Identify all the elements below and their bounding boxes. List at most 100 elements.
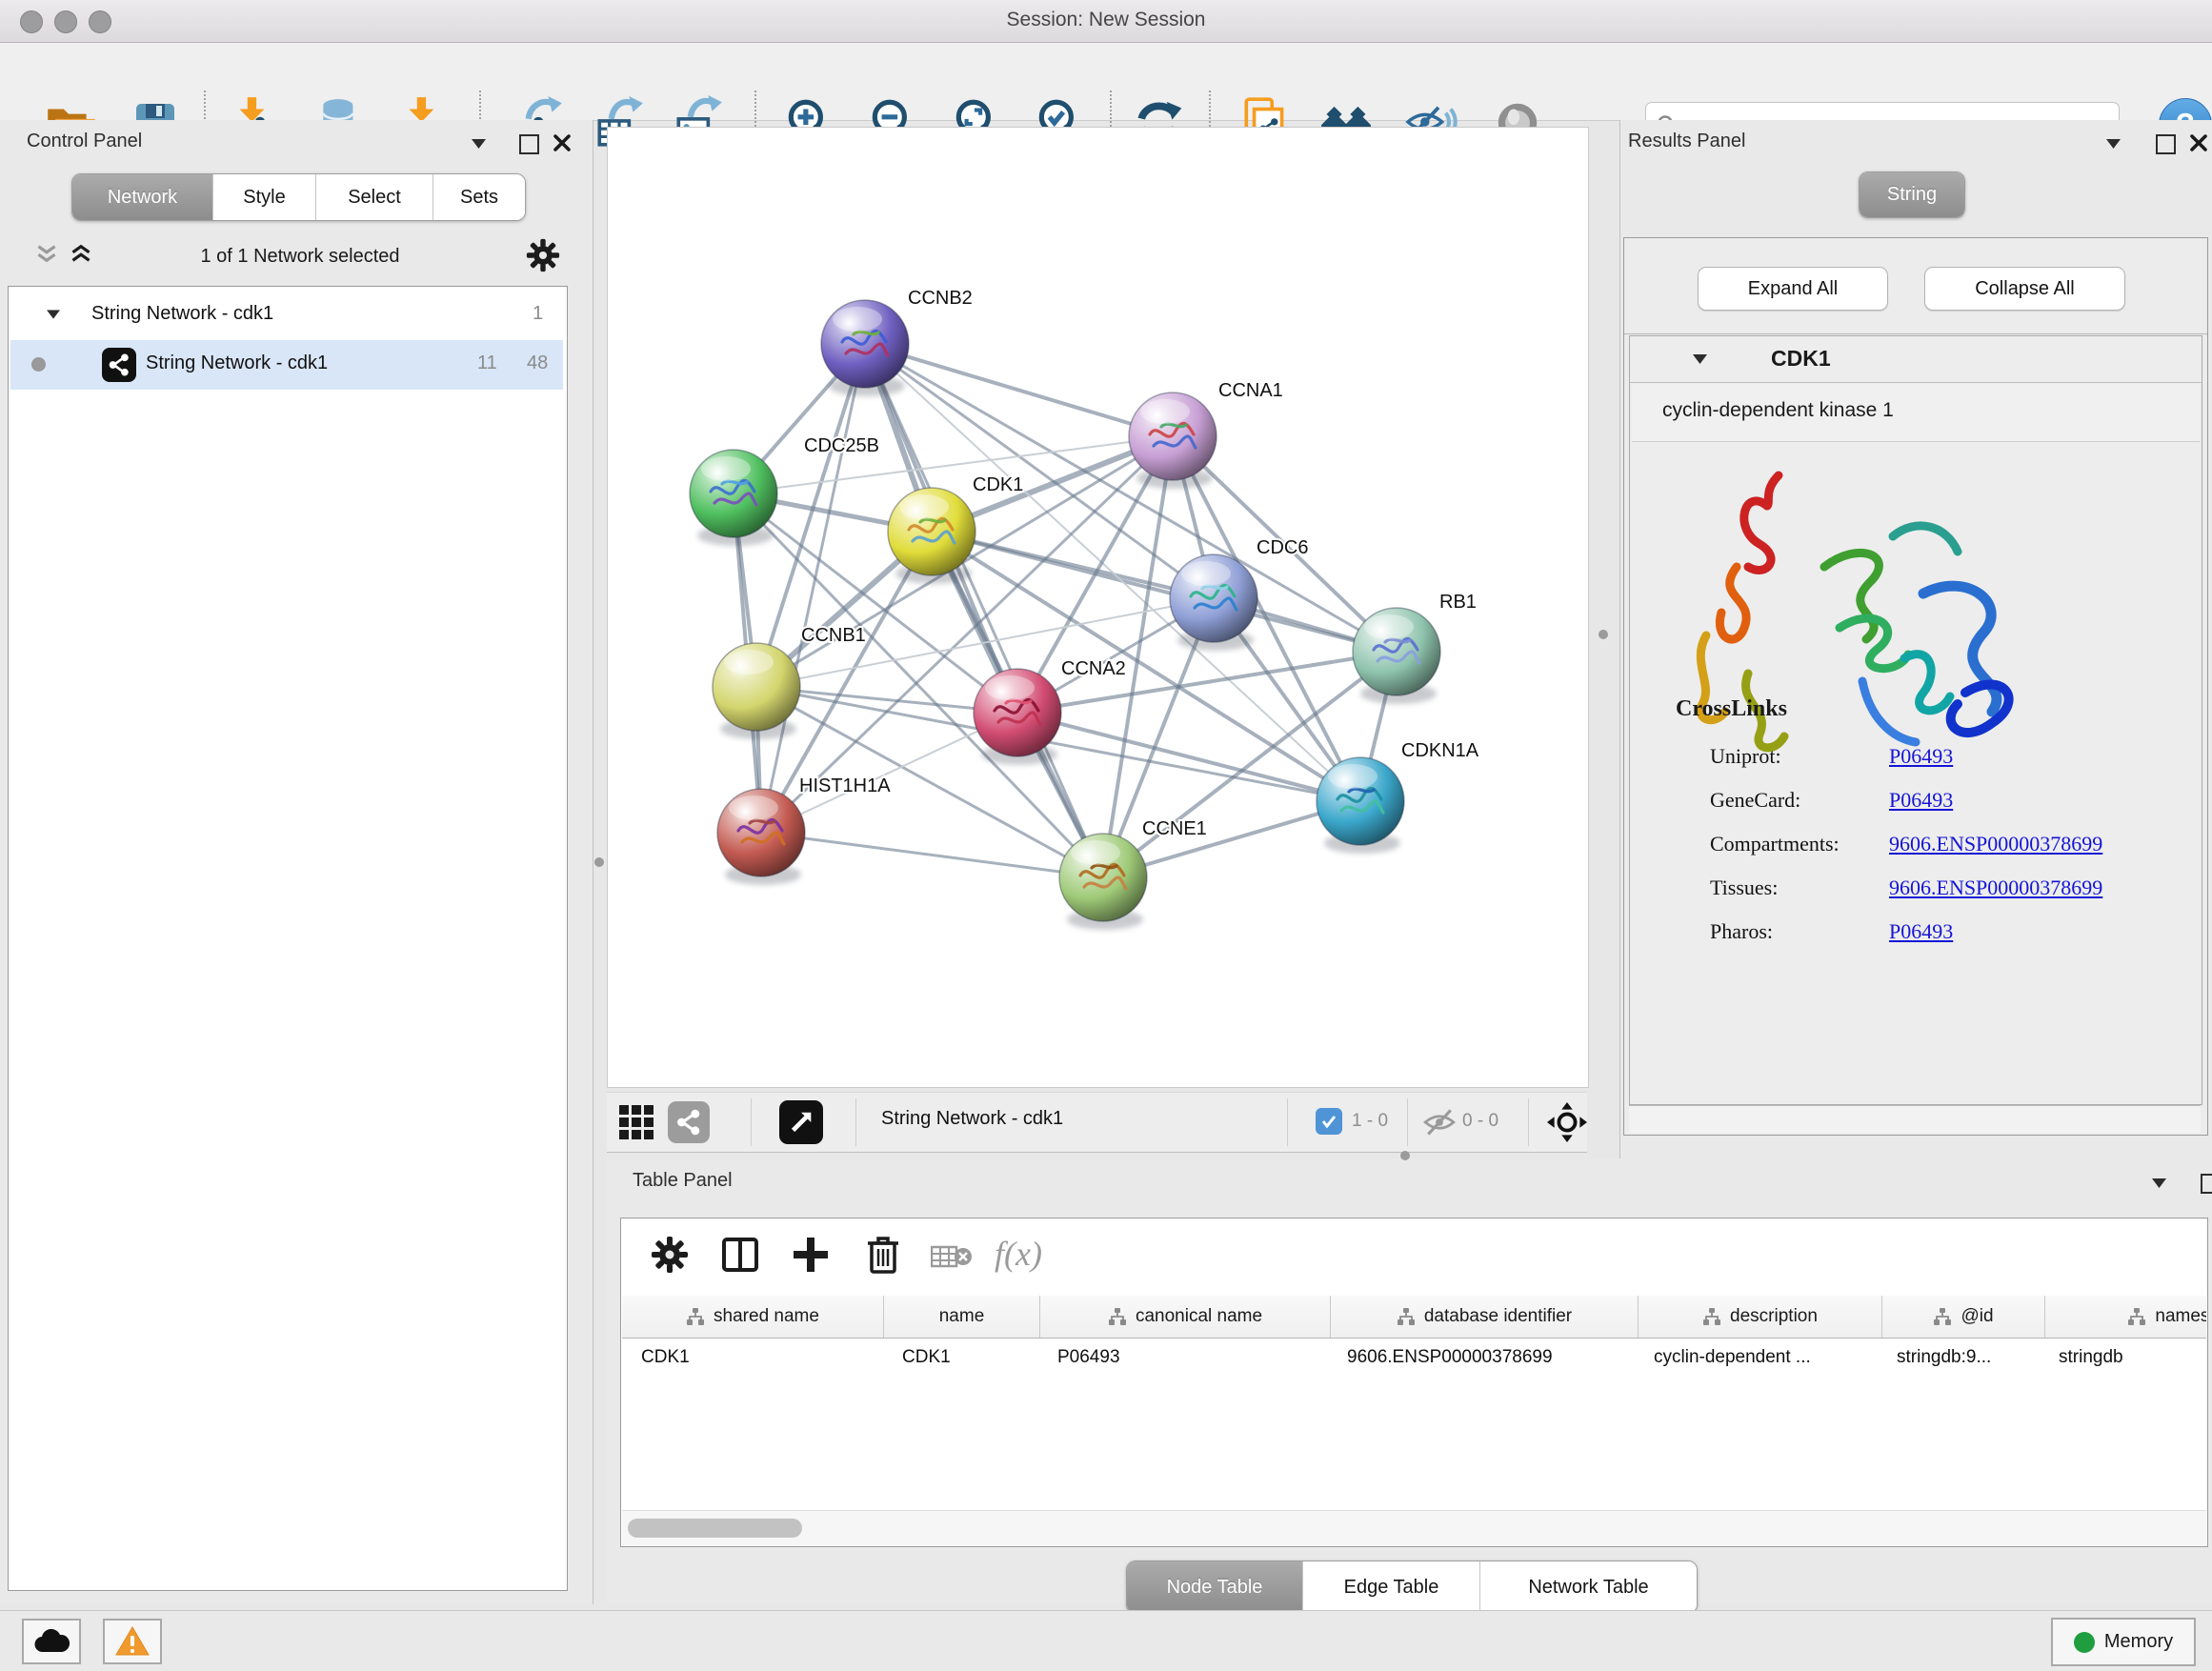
column-tree-icon (686, 1307, 705, 1326)
tab-edge-table[interactable]: Edge Table (1303, 1561, 1480, 1613)
warning-status-button[interactable] (103, 1619, 162, 1664)
pan-crosshair-icon[interactable] (1545, 1100, 1589, 1144)
network-edge[interactable] (761, 833, 1103, 877)
collapse-card-caret-icon[interactable] (1693, 354, 1707, 364)
network-canvas[interactable]: CCNB2 CCNA1 CDC25BCDK1 CDC6 RB1 CCNB1 CCNA2 CDK… (607, 127, 1589, 1088)
network-node-CDKN1A[interactable]: CDKN1A (1317, 740, 1479, 854)
table-cell[interactable]: stringdb (2040, 1338, 2206, 1378)
table-row[interactable]: CDK1CDK1P064939606.ENSP00000378699cyclin… (622, 1338, 2206, 1378)
grid-view-icon[interactable] (617, 1103, 655, 1141)
network-node-HIST1H1A[interactable]: HIST1H1A (717, 775, 891, 885)
table-cell[interactable]: CDK1 (883, 1338, 1038, 1378)
collapse-all-tree-icon[interactable] (36, 244, 57, 263)
crosslink-link[interactable]: P06493 (1889, 919, 1953, 944)
network-share-view-icon[interactable] (668, 1101, 710, 1143)
network-node-CCNB2[interactable]: CCNB2 (821, 288, 973, 396)
memory-ok-dot-icon (2074, 1632, 2095, 1653)
delete-column-icon[interactable] (864, 1234, 902, 1276)
table-hscrollbar (622, 1510, 2206, 1545)
float-panel-icon[interactable] (2201, 1174, 2212, 1194)
cloud-status-button[interactable] (22, 1619, 81, 1664)
crosslink-link[interactable]: 9606.ENSP00000378699 (1889, 832, 2102, 856)
show-columns-icon[interactable] (721, 1236, 759, 1274)
warning-icon (115, 1626, 150, 1657)
column-header-name[interactable]: name (884, 1296, 1040, 1338)
column-header-description[interactable]: description (1639, 1296, 1882, 1338)
node-table-container: f(x) shared namenamecanonical namedataba… (620, 1218, 2208, 1547)
memory-button[interactable]: Memory (2051, 1618, 2196, 1666)
splitter-handle-right[interactable] (1599, 630, 1608, 639)
results-scrollbar[interactable] (1629, 1105, 2201, 1133)
close-panel-icon[interactable] (553, 133, 572, 152)
column-tree-icon (1108, 1307, 1127, 1326)
network-edge[interactable] (865, 344, 1173, 436)
table-cell[interactable]: cyclin-dependent ... (1635, 1338, 1878, 1378)
crosslink-link[interactable]: 9606.ENSP00000378699 (1889, 876, 2102, 900)
column-header-canonical-name[interactable]: canonical name (1040, 1296, 1331, 1338)
table-cell[interactable]: P06493 (1038, 1338, 1328, 1378)
hidden-eye-icon[interactable] (1422, 1107, 1457, 1137)
delete-table-icon[interactable] (931, 1243, 973, 1270)
column-header-shared-name[interactable]: shared name (622, 1296, 884, 1338)
splitter-handle-bottom[interactable] (1400, 1151, 1410, 1160)
network-node-CDC6[interactable]: CDC6 (1170, 537, 1308, 651)
selected-count: 1 - 0 (1352, 1111, 1388, 1132)
tab-network-table[interactable]: Network Table (1480, 1561, 1697, 1613)
tab-node-table[interactable]: Node Table (1127, 1561, 1303, 1613)
selected-checkbox-icon[interactable] (1316, 1108, 1342, 1135)
network-edge[interactable] (761, 344, 865, 833)
tab-select[interactable]: Select (316, 174, 433, 220)
title-bar: Session: New Session (0, 0, 2212, 43)
network-edge[interactable] (1017, 713, 1360, 801)
network-node-CCNA1[interactable]: CCNA1 (1129, 380, 1283, 489)
tree-expand-caret-icon[interactable] (47, 310, 60, 319)
network-edge[interactable] (932, 532, 1397, 652)
tab-network[interactable]: Network (72, 174, 213, 220)
expand-all-button[interactable]: Expand All (1698, 267, 1888, 311)
splitter-handle-left[interactable] (594, 857, 604, 867)
expand-all-tree-icon[interactable] (70, 244, 91, 263)
crosslink-link[interactable]: P06493 (1889, 788, 1953, 813)
table-hscrollbar-thumb[interactable] (628, 1519, 802, 1538)
tab-sets[interactable]: Sets (433, 174, 525, 220)
add-column-icon[interactable] (792, 1236, 830, 1274)
network-node-CCNB1[interactable]: CCNB1 (713, 625, 866, 739)
network-options-gear-icon[interactable] (526, 238, 560, 272)
tab-style[interactable]: Style (213, 174, 316, 220)
float-panel-icon[interactable] (2156, 134, 2176, 154)
crosslink-link[interactable]: P06493 (1889, 744, 1953, 769)
column-header--id[interactable]: @id (1882, 1296, 2045, 1338)
panel-menu-caret-icon[interactable] (472, 139, 486, 149)
column-header-label: description (1730, 1306, 1818, 1327)
protein-card-header[interactable]: CDK1 (1630, 336, 2202, 383)
network-collection-row[interactable]: String Network - cdk1 1 (9, 294, 565, 336)
function-builder-icon[interactable]: f(x) (995, 1234, 1042, 1274)
network-node-RB1[interactable]: RB1 (1353, 592, 1477, 704)
birdseye-view-icon[interactable] (779, 1100, 823, 1144)
main-toolbar: ? (0, 43, 2212, 121)
table-options-gear-icon[interactable] (651, 1236, 689, 1274)
tab-string[interactable]: String (1860, 172, 1964, 217)
table-cell[interactable]: stringdb:9... (1878, 1338, 2040, 1378)
results-panel-title: Results Panel (1628, 131, 1745, 152)
hidden-count: 0 - 0 (1462, 1111, 1498, 1132)
panel-menu-caret-icon[interactable] (2106, 139, 2121, 149)
window-title: Session: New Session (0, 9, 2212, 31)
panel-menu-caret-icon[interactable] (2152, 1178, 2166, 1188)
table-cell[interactable]: CDK1 (622, 1338, 883, 1378)
network-edge[interactable] (865, 344, 1103, 877)
float-panel-icon[interactable] (519, 134, 539, 154)
collapse-all-button[interactable]: Collapse All (1924, 267, 2125, 311)
network-node-CCNA2[interactable]: CCNA2 (974, 658, 1126, 765)
network-node-CDC25B[interactable]: CDC25B (690, 435, 879, 546)
network-node-CDK1[interactable]: CDK1 (888, 474, 1023, 584)
column-header-database-identifier[interactable]: database identifier (1331, 1296, 1639, 1338)
column-header-namespace[interactable]: namespace (2045, 1296, 2206, 1338)
table-cell[interactable]: 9606.ENSP00000378699 (1328, 1338, 1635, 1378)
network-row-selected[interactable]: String Network - cdk1 11 48 (10, 340, 563, 390)
column-header-label: @id (1961, 1306, 1993, 1327)
crosslink-row: Tissues:9606.ENSP00000378699 (1710, 866, 2186, 910)
current-network-dot-icon (31, 357, 46, 372)
close-panel-icon[interactable] (2189, 133, 2208, 152)
memory-label: Memory (2104, 1631, 2173, 1653)
